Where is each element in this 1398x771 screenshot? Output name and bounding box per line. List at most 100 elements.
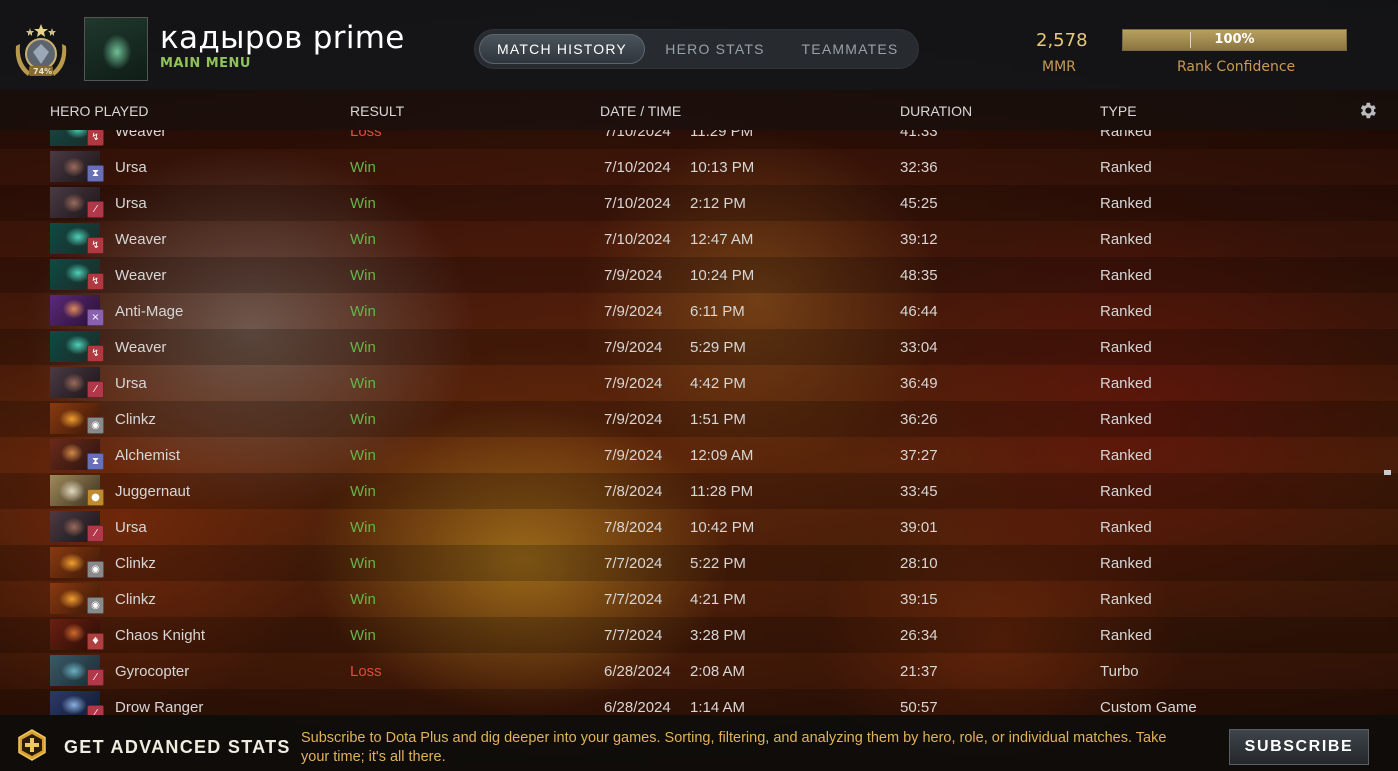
main-menu-link[interactable]: MAIN MENU xyxy=(160,56,251,71)
match-result: Win xyxy=(350,303,376,320)
match-type: Ranked xyxy=(1100,591,1152,608)
match-row[interactable]: ◉ Clinkz Win 7/9/2024 1:51 PM 36:26 Ranked xyxy=(0,401,1398,437)
player-avatar[interactable] xyxy=(84,17,148,81)
match-result: Win xyxy=(350,267,376,284)
match-date: 7/8/2024 xyxy=(604,519,663,536)
hero-name: Clinkz xyxy=(115,411,156,428)
sword-role-icon: ⁄ xyxy=(87,381,104,398)
match-date: 7/9/2024 xyxy=(604,411,663,428)
sword-role-icon: ⁄ xyxy=(87,705,104,715)
col-date-time[interactable]: DATE / TIME xyxy=(600,103,681,119)
tab-match-history[interactable]: MATCH HISTORY xyxy=(479,34,645,64)
advanced-stats-title: GET ADVANCED STATS xyxy=(64,737,291,757)
match-time: 10:42 PM xyxy=(690,519,755,536)
hero-name: Weaver xyxy=(115,267,167,284)
hourglass-role-icon: ⧗ xyxy=(87,453,104,470)
match-duration: 36:49 xyxy=(900,375,938,392)
match-table-header: HERO PLAYED RESULT DATE / TIME DURATION … xyxy=(0,90,1398,130)
match-result: Win xyxy=(350,159,376,176)
match-result: Win xyxy=(350,519,376,536)
tab-hero-stats[interactable]: HERO STATS xyxy=(649,34,781,64)
match-date: 7/9/2024 xyxy=(604,267,663,284)
hero-name: Clinkz xyxy=(115,555,156,572)
rank-confidence-percent: 100% xyxy=(1214,32,1255,47)
match-date: 7/8/2024 xyxy=(604,483,663,500)
sword-role-icon: ⁄ xyxy=(87,201,104,218)
match-row[interactable]: ↯ Weaver Loss 7/10/2024 11:29 PM 41:33 Ranked xyxy=(0,130,1398,149)
match-time: 12:47 AM xyxy=(690,231,754,248)
col-duration[interactable]: DURATION xyxy=(900,103,972,119)
match-row[interactable]: ◉ Clinkz Win 7/7/2024 5:22 PM 28:10 Ranked xyxy=(0,545,1398,581)
mmr-value: 2,578 xyxy=(1036,30,1088,51)
match-row[interactable]: ↯ Weaver Win 7/9/2024 10:24 PM 48:35 Ranked xyxy=(0,257,1398,293)
match-type: Ranked xyxy=(1100,411,1152,428)
match-duration: 26:34 xyxy=(900,627,938,644)
match-time: 6:11 PM xyxy=(690,303,745,320)
profile-header: 74% кадыров prime MAIN MENU MATCH HISTOR… xyxy=(0,0,1398,90)
match-type: Ranked xyxy=(1100,447,1152,464)
match-row[interactable]: × Anti-Mage Win 7/9/2024 6:11 PM 46:44 Ranked xyxy=(0,293,1398,329)
match-type: Ranked xyxy=(1100,195,1152,212)
scrollbar-thumb[interactable] xyxy=(1384,470,1391,475)
subscribe-button[interactable]: SUBSCRIBE xyxy=(1229,729,1369,765)
hero-name: Weaver xyxy=(115,339,167,356)
match-result: Win xyxy=(350,195,376,212)
match-row[interactable]: ⁄ Gyrocopter Loss 6/28/2024 2:08 AM 21:37 Turb… xyxy=(0,653,1398,689)
match-time: 2:08 AM xyxy=(690,663,746,680)
coin-role-icon: ● xyxy=(87,489,104,506)
hero-name: Alchemist xyxy=(115,447,181,464)
match-row[interactable]: ⁄ Ursa Win 7/8/2024 10:42 PM 39:01 Ranked xyxy=(0,509,1398,545)
match-type: Ranked xyxy=(1100,555,1152,572)
match-time: 5:29 PM xyxy=(690,339,746,356)
match-type: Ranked xyxy=(1100,519,1152,536)
match-duration: 45:25 xyxy=(900,195,938,212)
gear-icon[interactable] xyxy=(1357,100,1378,121)
col-hero-played[interactable]: HERO PLAYED xyxy=(50,103,149,119)
match-duration: 37:27 xyxy=(900,447,938,464)
match-time: 11:28 PM xyxy=(690,483,754,500)
dota-plus-icon xyxy=(18,729,46,761)
match-date: 7/9/2024 xyxy=(604,375,663,392)
match-list[interactable]: ↯ Weaver Loss 7/10/2024 11:29 PM 41:33 Ranked ⧗… xyxy=(0,130,1398,715)
match-duration: 39:12 xyxy=(900,231,938,248)
hero-name: Weaver xyxy=(115,130,167,140)
hero-name: Ursa xyxy=(115,159,147,176)
match-row[interactable]: ⧗ Ursa Win 7/10/2024 10:13 PM 32:36 Ranked xyxy=(0,149,1398,185)
match-time: 1:51 PM xyxy=(690,411,746,428)
hero-name: Chaos Knight xyxy=(115,627,206,644)
match-duration: 33:45 xyxy=(900,483,938,500)
team-role-icon: ♦ xyxy=(87,633,104,650)
match-date: 7/10/2024 xyxy=(604,130,671,140)
hero-name: Weaver xyxy=(115,231,167,248)
match-duration: 46:44 xyxy=(900,303,938,320)
hero-name: Ursa xyxy=(115,375,147,392)
match-row[interactable]: ↯ Weaver Win 7/10/2024 12:47 AM 39:12 Ranked xyxy=(0,221,1398,257)
match-row[interactable]: ⁄ Drow Ranger 6/28/2024 1:14 AM 50:57 Custom … xyxy=(0,689,1398,715)
hourglass-role-icon: ⧗ xyxy=(87,165,104,182)
match-row[interactable]: ● Juggernaut Win 7/8/2024 11:28 PM 33:45 Ranke… xyxy=(0,473,1398,509)
col-type[interactable]: TYPE xyxy=(1100,103,1137,119)
match-result: Win xyxy=(350,375,376,392)
match-row[interactable]: ⧗ Alchemist Win 7/9/2024 12:09 AM 37:27 Ranked xyxy=(0,437,1398,473)
match-duration: 33:04 xyxy=(900,339,938,356)
profile-tabs: MATCH HISTORY HERO STATS TEAMMATES xyxy=(474,29,919,69)
match-row[interactable]: ♦ Chaos Knight Win 7/7/2024 3:28 PM 26:34 Rank… xyxy=(0,617,1398,653)
match-duration: 50:57 xyxy=(900,699,938,715)
col-result[interactable]: RESULT xyxy=(350,103,404,119)
match-date: 7/10/2024 xyxy=(604,195,671,212)
match-duration: 28:10 xyxy=(900,555,938,572)
match-date: 7/7/2024 xyxy=(604,627,663,644)
match-row[interactable]: ↯ Weaver Win 7/9/2024 5:29 PM 33:04 Ranked xyxy=(0,329,1398,365)
rank-percentile: 74% xyxy=(33,67,53,76)
match-row[interactable]: ⁄ Ursa Win 7/10/2024 2:12 PM 45:25 Ranked xyxy=(0,185,1398,221)
match-date: 7/9/2024 xyxy=(604,303,663,320)
match-row[interactable]: ⁄ Ursa Win 7/9/2024 4:42 PM 36:49 Ranked xyxy=(0,365,1398,401)
sword-role-icon: ⁄ xyxy=(87,669,104,686)
match-type: Ranked xyxy=(1100,627,1152,644)
match-duration: 39:15 xyxy=(900,591,938,608)
match-duration: 41:33 xyxy=(900,130,938,140)
tab-teammates[interactable]: TEAMMATES xyxy=(785,34,915,64)
hero-name: Ursa xyxy=(115,195,147,212)
match-row[interactable]: ◉ Clinkz Win 7/7/2024 4:21 PM 39:15 Ranked xyxy=(0,581,1398,617)
match-date: 7/10/2024 xyxy=(604,159,671,176)
